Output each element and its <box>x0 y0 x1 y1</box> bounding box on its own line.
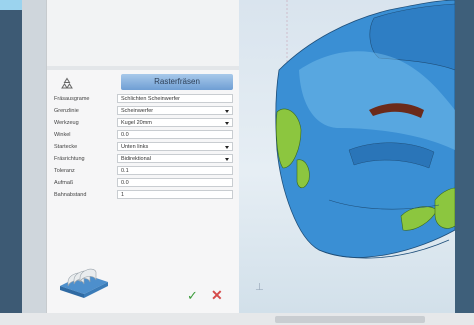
chevron-down-icon[interactable] <box>225 146 229 149</box>
field-label: Werkzeug <box>54 120 79 126</box>
input-field[interactable]: 1 <box>117 190 233 199</box>
input-field[interactable]: 0.1 <box>117 166 233 175</box>
field-label: Bahnabstand <box>54 192 87 198</box>
recycle-icon <box>61 77 73 89</box>
horizontal-scrollbar[interactable] <box>275 316 425 323</box>
chevron-down-icon[interactable] <box>225 110 229 113</box>
input-field[interactable]: 0.0 <box>117 178 233 187</box>
field-value: 0.0 <box>121 180 129 186</box>
field-value: Bidirektional <box>121 156 151 162</box>
input-field[interactable]: Schlichten Scheinwerfer <box>117 94 233 103</box>
field-label: Toleranz <box>54 168 75 174</box>
status-bar <box>0 313 474 325</box>
cancel-button[interactable]: ✕ <box>211 288 225 302</box>
select-field[interactable]: Scheinwerfer <box>117 106 233 115</box>
field-label: Fräsrichtung <box>54 156 85 162</box>
field-label: Fräsausgrame <box>54 96 90 102</box>
chevron-down-icon[interactable] <box>225 158 229 161</box>
axis-triad-icon: ⊥ <box>255 282 264 293</box>
confirm-button[interactable]: ✓ <box>187 289 201 303</box>
select-field[interactable]: Bidirektional <box>117 154 233 163</box>
car-model-render: ⊥ <box>255 0 455 293</box>
panel-separator <box>47 66 240 70</box>
field-label: Aufmaß <box>54 180 74 186</box>
field-value: Unten links <box>121 144 149 150</box>
field-label: Winkel <box>54 132 71 138</box>
field-value: 1 <box>121 192 125 198</box>
window-right-edge <box>455 0 474 313</box>
window-edge-highlight <box>0 0 22 10</box>
panel-title: Rasterfräsen <box>121 74 233 90</box>
field-value: Schlichten Scheinwerfer <box>121 96 181 102</box>
input-field[interactable]: 0.0 <box>117 130 233 139</box>
raster-milling-panel: Rasterfräsen Fräsausgrame Schlichten Sche… <box>46 66 241 313</box>
chevron-down-icon[interactable] <box>225 122 229 125</box>
field-value: Kugel 20mm <box>121 120 152 126</box>
upper-panel-area <box>46 0 241 66</box>
raster-milling-tool-icon <box>60 268 108 298</box>
field-value: 0.1 <box>121 168 129 174</box>
field-label: Startecke <box>54 144 78 150</box>
field-label: Grenzlinie <box>54 108 79 114</box>
field-value: 0.0 <box>121 132 129 138</box>
select-field[interactable]: Unten links <box>117 142 233 151</box>
select-field[interactable]: Kugel 20mm <box>117 118 233 127</box>
3d-viewport[interactable]: ⊥ <box>239 0 455 313</box>
window-left-edge <box>0 0 22 325</box>
field-value: Scheinwerfer <box>121 108 154 114</box>
